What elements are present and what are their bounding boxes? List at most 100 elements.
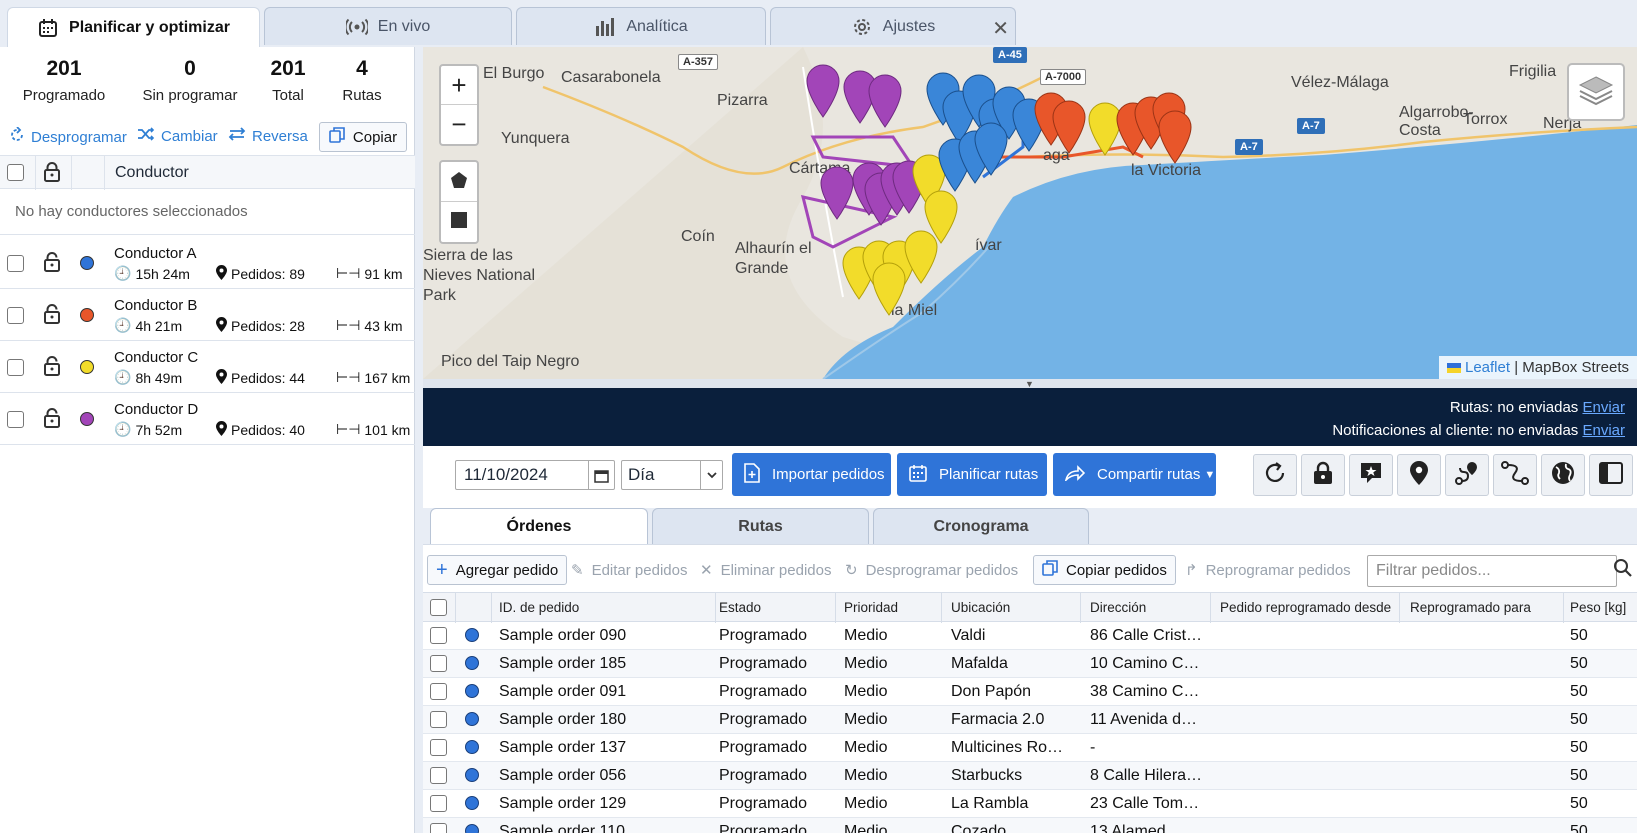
share-routes-button[interactable]: Compartir rutas ▼	[1053, 453, 1216, 496]
driver-checkbox[interactable]	[7, 411, 24, 428]
unlock-icon[interactable]	[43, 304, 61, 328]
row-checkbox[interactable]	[430, 823, 447, 833]
plan-routes-button[interactable]: Planificar rutas	[897, 453, 1047, 496]
row-checkbox[interactable]	[430, 795, 447, 812]
copy-button[interactable]: Copiar	[319, 122, 407, 152]
tab-settings[interactable]: Ajustes ✕	[770, 7, 1016, 45]
driver-row[interactable]: Conductor D 🕘 7h 52m Pedidos: 40 ⊢⊣ 101 km	[0, 393, 415, 445]
tab-orders[interactable]: Órdenes	[430, 508, 648, 544]
zoom-out-button[interactable]: −	[441, 105, 477, 144]
zoom-in-button[interactable]: +	[441, 66, 477, 105]
cell-location: Starbucks	[951, 767, 1023, 784]
column-header-location[interactable]: Ubicación	[951, 600, 1010, 615]
select-all-orders-checkbox[interactable]	[430, 599, 447, 616]
table-row[interactable]: Sample order 129 Programado Medio La Rambla…	[423, 790, 1637, 818]
stats-bar: 201 Programado 0 Sin programar 201 Total…	[0, 47, 414, 113]
purple-markers[interactable]	[806, 64, 926, 226]
map-markers-button[interactable]	[1397, 454, 1441, 496]
driver-checkbox[interactable]	[7, 255, 24, 272]
layers-button[interactable]	[1567, 63, 1625, 121]
route-path-button[interactable]	[1445, 454, 1489, 496]
table-row[interactable]: Sample order 185 Programado Medio Mafalda 10…	[423, 650, 1637, 678]
unlock-icon[interactable]	[43, 252, 61, 276]
shuffle-icon	[137, 127, 155, 145]
change-button[interactable]: Cambiar	[137, 127, 218, 145]
calendar-icon[interactable]	[588, 461, 614, 489]
route-map[interactable]: El Burgo Casarabonela Pizarra Yunquera C…	[423, 47, 1637, 379]
toggle-sidebar-button[interactable]	[1589, 454, 1633, 496]
refresh-button[interactable]	[1253, 454, 1297, 496]
reverse-label: Reversa	[252, 127, 308, 145]
row-checkbox[interactable]	[430, 683, 447, 700]
delete-orders-button[interactable]: ✕ Eliminar pedidos	[700, 555, 831, 585]
close-icon[interactable]: ✕	[992, 16, 1009, 41]
reverse-button[interactable]: Reversa	[228, 127, 308, 145]
lock-icon[interactable]	[43, 162, 61, 186]
filter-orders-input[interactable]: Filtrar pedidos...	[1367, 555, 1617, 587]
row-checkbox[interactable]	[430, 655, 447, 672]
column-header-order-id[interactable]: ID. de pedido	[499, 600, 579, 615]
row-checkbox[interactable]	[430, 739, 447, 756]
select-all-checkbox[interactable]	[7, 164, 24, 181]
distance-icon: ⊢⊣	[336, 317, 361, 333]
reschedule-orders-button[interactable]: ↱ Reprogramar pedidos	[1185, 555, 1351, 585]
driver-row[interactable]: Conductor C 🕘 8h 49m Pedidos: 44 ⊢⊣ 167 km	[0, 341, 415, 393]
draw-polygon-button[interactable]	[441, 162, 477, 202]
column-header-status[interactable]: Estado	[719, 600, 761, 615]
globe-button[interactable]	[1541, 454, 1585, 496]
copy-icon	[329, 127, 345, 147]
driver-checkbox[interactable]	[7, 307, 24, 324]
copy-orders-button[interactable]: Copiar pedidos	[1033, 555, 1176, 585]
driver-row[interactable]: Conductor A 🕘 15h 24m Pedidos: 89 ⊢⊣ 91 km	[0, 237, 415, 289]
table-row[interactable]: Sample order 056 Programado Medio Starbucks…	[423, 762, 1637, 790]
driver-time: 🕘 8h 49m	[114, 369, 182, 386]
table-row[interactable]: Sample order 110 Programado Medio Cozado 13 …	[423, 818, 1637, 833]
blue-markers[interactable]	[926, 72, 1046, 192]
send-routes-link[interactable]: Enviar	[1582, 399, 1625, 416]
row-checkbox[interactable]	[430, 767, 447, 784]
add-order-button[interactable]: + Agregar pedido	[427, 555, 568, 585]
tab-routes[interactable]: Rutas	[652, 508, 869, 544]
tab-plan-optimize[interactable]: Planificar y optimizar	[7, 7, 260, 47]
route-markers[interactable]	[423, 47, 1637, 379]
column-header-rescheduled-to[interactable]: Reprogramado para	[1410, 600, 1531, 615]
unschedule-orders-button[interactable]: ↻ Desprogramar pedidos	[845, 555, 1018, 585]
leaflet-link[interactable]: Leaflet	[1465, 359, 1510, 376]
lock-all-button[interactable]	[1301, 454, 1345, 496]
import-orders-button[interactable]: Importar pedidos	[732, 453, 891, 496]
copy-orders-label: Copiar pedidos	[1066, 561, 1167, 579]
column-header-weight[interactable]: Peso [kg]	[1570, 600, 1626, 615]
table-row[interactable]: Sample order 091 Programado Medio Don Papón…	[423, 678, 1637, 706]
period-select[interactable]: Día	[621, 460, 723, 490]
tab-live[interactable]: En vivo	[264, 7, 512, 45]
x-icon: ✕	[700, 562, 713, 579]
unschedule-button[interactable]: Desprogramar	[9, 126, 127, 147]
row-checkbox[interactable]	[430, 711, 447, 728]
driver-row[interactable]: Conductor B 🕘 4h 21m Pedidos: 28 ⊢⊣ 43 km	[0, 289, 415, 341]
row-checkbox[interactable]	[430, 627, 447, 644]
column-header-priority[interactable]: Prioridad	[844, 600, 898, 615]
straight-lines-button[interactable]	[1493, 454, 1537, 496]
tab-label: Planificar y optimizar	[69, 18, 230, 36]
notes-button[interactable]	[1349, 454, 1393, 496]
tab-timeline[interactable]: Cronograma	[873, 508, 1089, 544]
table-row[interactable]: Sample order 137 Programado Medio Multicine…	[423, 734, 1637, 762]
table-row[interactable]: Sample order 090 Programado Medio Valdi 86 C…	[423, 622, 1637, 650]
column-header-address[interactable]: Dirección	[1090, 600, 1146, 615]
column-header-rescheduled-from[interactable]: Pedido reprogramado desde	[1220, 600, 1391, 615]
panel-splitter[interactable]: ▼	[423, 379, 1637, 389]
send-notifications-link[interactable]: Enviar	[1582, 422, 1625, 439]
date-input[interactable]: 11/10/2024	[455, 460, 615, 490]
edit-orders-button[interactable]: ✎ Editar pedidos	[571, 555, 687, 585]
table-row[interactable]: Sample order 180 Programado Medio Farmacia …	[423, 706, 1637, 734]
cell-order-id: Sample order 110	[499, 823, 625, 833]
unlock-icon[interactable]	[43, 408, 61, 432]
send-status-banner: Rutas: no enviadas Enviar Notificaciones…	[423, 388, 1637, 446]
draw-rectangle-button[interactable]	[441, 202, 477, 242]
driver-color-dot	[80, 308, 94, 322]
driver-checkbox[interactable]	[7, 359, 24, 376]
search-icon[interactable]	[1613, 558, 1633, 582]
unlock-icon[interactable]	[43, 356, 61, 380]
cell-status: Programado	[719, 655, 808, 672]
tab-analytics[interactable]: Analítica	[516, 7, 766, 45]
